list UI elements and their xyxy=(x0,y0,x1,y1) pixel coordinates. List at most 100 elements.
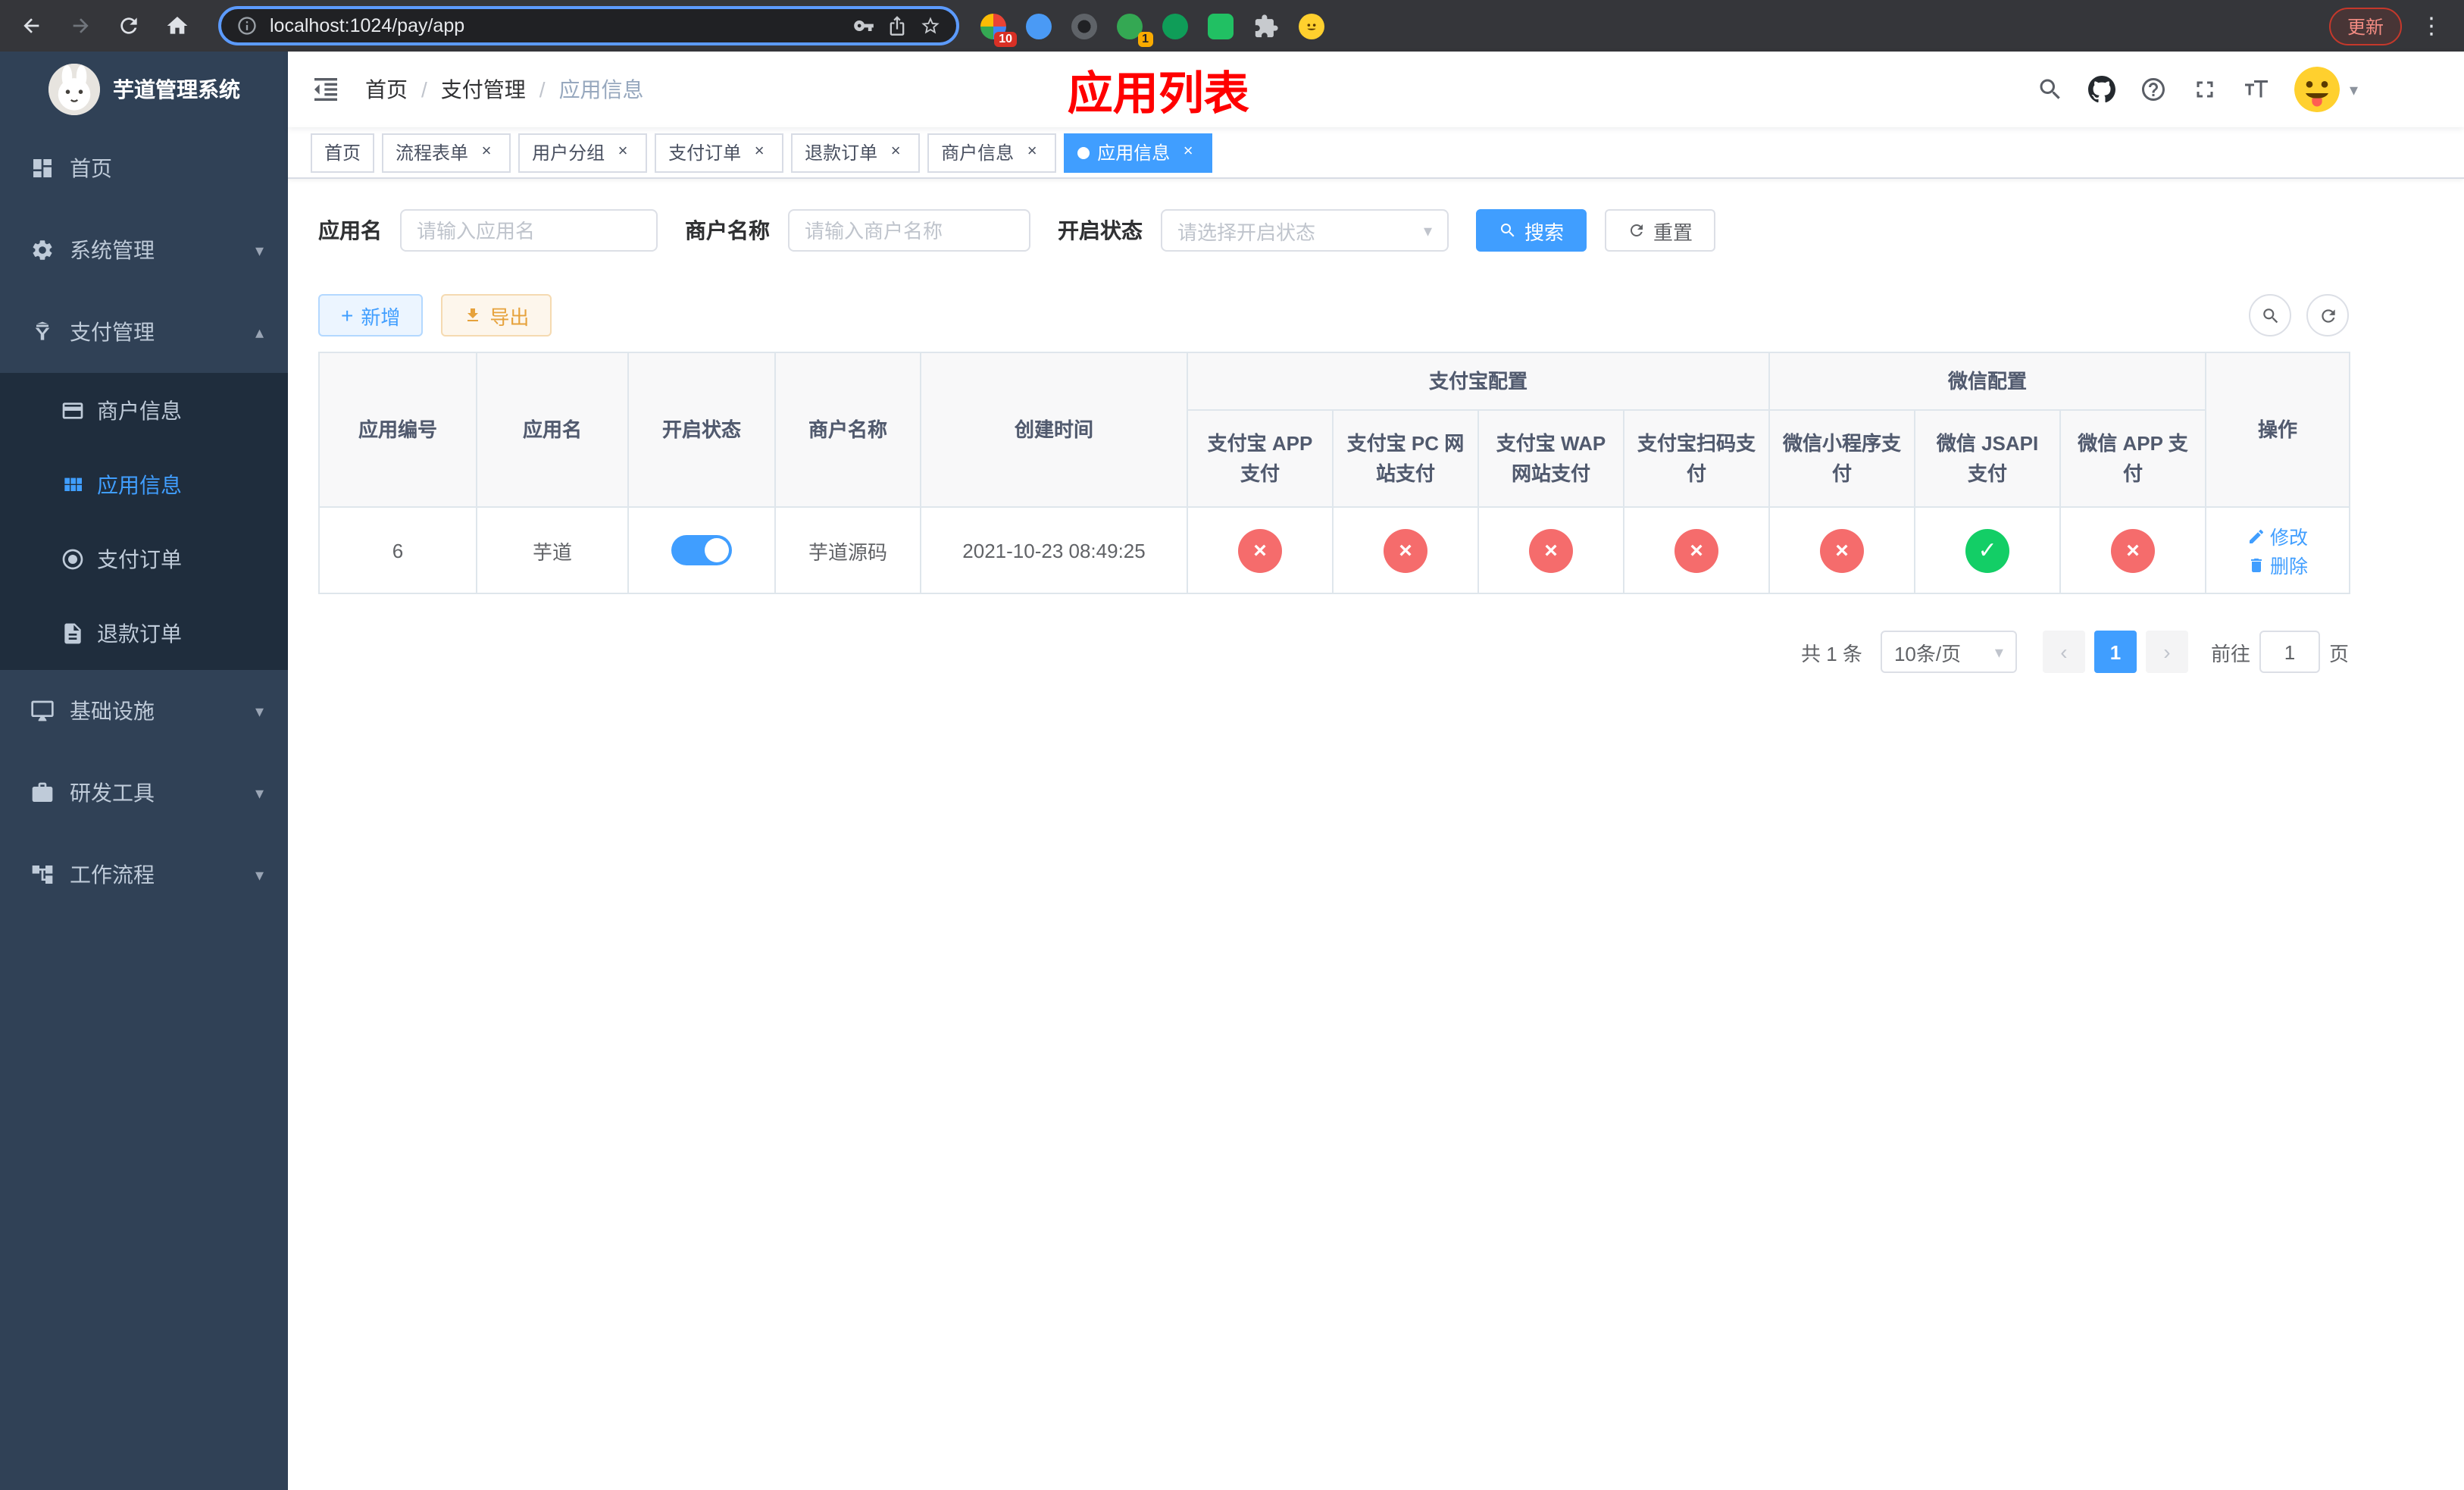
page-unit-label: 页 xyxy=(2328,642,2349,665)
prev-page-button[interactable]: ‹ xyxy=(2042,631,2085,673)
forward-button[interactable] xyxy=(61,6,100,45)
breadcrumb: 首页 / 支付管理 / 应用信息 xyxy=(365,74,644,105)
extension-icon[interactable] xyxy=(1162,13,1188,39)
extension-icon[interactable] xyxy=(1026,13,1052,39)
sidebar-item-merchant-info[interactable]: 商户信息 xyxy=(0,373,288,447)
tab-merchant-info[interactable]: 商户信息 × xyxy=(927,133,1057,172)
next-page-button[interactable]: › xyxy=(2145,631,2188,673)
tab-home[interactable]: 首页 xyxy=(311,133,375,172)
apps-table: 应用编号 应用名 开启状态 商户名称 创建时间 支付宝配置 微信配置 操作 支付… xyxy=(318,352,2351,594)
share-icon[interactable] xyxy=(886,15,908,36)
bookmark-star-icon[interactable] xyxy=(920,15,941,36)
user-avatar-menu[interactable]: ▾ xyxy=(2294,67,2358,112)
close-icon[interactable]: × xyxy=(1021,142,1043,163)
github-icon[interactable] xyxy=(2088,76,2116,103)
close-icon[interactable]: × xyxy=(476,142,497,163)
extension-icon[interactable]: 10 xyxy=(980,13,1017,46)
breadcrumb-section[interactable]: 支付管理 xyxy=(441,74,526,105)
tab-label: 商户信息 xyxy=(941,142,1015,164)
sidebar-item-label: 支付订单 xyxy=(97,546,182,571)
page-number-button[interactable]: 1 xyxy=(2093,631,2137,673)
pagination: 共 1 条 10条/页 ▾ ‹ 1 › 前往 页 xyxy=(318,631,2349,673)
sidebar-item-label: 基础设施 xyxy=(70,699,155,723)
sidebar-item-system[interactable]: 系统管理 ▾ xyxy=(0,209,288,291)
sidebar-item-home[interactable]: 首页 xyxy=(0,127,288,209)
yen-icon xyxy=(35,321,50,340)
browser-menu-icon[interactable]: ⋮ xyxy=(2411,12,2452,39)
group-header-alipay: 支付宝配置 xyxy=(1186,352,1771,411)
address-bar[interactable]: localhost:1024/pay/app xyxy=(218,6,959,45)
help-icon[interactable] xyxy=(2140,76,2168,103)
font-size-icon[interactable] xyxy=(2244,76,2271,103)
profile-avatar-icon[interactable] xyxy=(1299,13,1324,39)
col-header-create-time: 创建时间 xyxy=(920,352,1188,508)
status-toggle[interactable] xyxy=(671,535,732,565)
breadcrumb-separator: / xyxy=(539,77,546,102)
edit-pencil-icon xyxy=(2250,528,2264,543)
tab-user-group[interactable]: 用户分组 × xyxy=(518,133,648,172)
extension-icon[interactable] xyxy=(1071,13,1097,39)
col-header-status: 开启状态 xyxy=(627,352,776,508)
sidebar-item-payment[interactable]: 支付管理 ▴ xyxy=(0,291,288,373)
monitor-icon xyxy=(31,700,54,722)
goto-page-input[interactable] xyxy=(2259,631,2320,673)
close-icon[interactable]: × xyxy=(1177,142,1199,163)
home-button[interactable] xyxy=(158,6,197,45)
add-button[interactable]: + 新增 xyxy=(318,294,424,337)
sidebar-item-infrastructure[interactable]: 基础设施 ▾ xyxy=(0,670,288,752)
app-name-input[interactable] xyxy=(400,209,658,252)
password-key-icon[interactable] xyxy=(853,15,874,36)
chevron-down-icon: ▾ xyxy=(255,866,264,884)
sidebar-item-dev-tools[interactable]: 研发工具 ▾ xyxy=(0,752,288,834)
close-icon[interactable]: × xyxy=(612,142,633,163)
edit-button[interactable]: 修改 xyxy=(2247,521,2308,550)
sidebar-item-refund-order[interactable]: 退款订单 xyxy=(0,596,288,670)
sidebar-item-label: 退款订单 xyxy=(97,621,182,645)
browser-window: localhost:1024/pay/app 10 1 更新 ⋮ 芋道管理系统 … xyxy=(0,0,2464,1490)
url-text[interactable]: localhost:1024/pay/app xyxy=(270,15,464,36)
breadcrumb-home[interactable]: 首页 xyxy=(365,74,408,105)
status-select[interactable]: 请选择开启状态 ▾ xyxy=(1161,209,1449,252)
site-info-icon[interactable] xyxy=(236,15,258,36)
extension-icon[interactable] xyxy=(1208,13,1234,39)
group-header-wechat: 微信配置 xyxy=(1768,352,2207,411)
browser-toolbar: localhost:1024/pay/app 10 1 更新 ⋮ xyxy=(0,0,2464,52)
close-icon[interactable]: × xyxy=(885,142,906,163)
reload-button[interactable] xyxy=(109,6,149,45)
alipay-wap-status-icon: × xyxy=(1529,528,1573,572)
col-header-app-no: 应用编号 xyxy=(318,352,477,508)
address-bar-actions xyxy=(853,15,941,36)
close-icon[interactable]: × xyxy=(749,142,770,163)
merchant-name-label: 商户名称 xyxy=(685,218,770,243)
back-button[interactable] xyxy=(12,6,52,45)
fullscreen-icon[interactable] xyxy=(2192,76,2219,103)
gear-icon xyxy=(33,240,52,260)
sidebar-logo[interactable]: 芋道管理系统 xyxy=(0,52,288,127)
export-button[interactable]: 导出 xyxy=(441,294,552,337)
sidebar-item-workflow[interactable]: 工作流程 ▾ xyxy=(0,834,288,916)
sidebar-item-app-info[interactable]: 应用信息 xyxy=(0,447,288,521)
merchant-name-input[interactable] xyxy=(788,209,1030,252)
cell-merchant: 芋道源码 xyxy=(774,506,921,594)
sidebar-item-pay-order[interactable]: 支付订单 xyxy=(0,521,288,596)
show-search-button[interactable] xyxy=(2249,294,2291,337)
search-button[interactable]: 搜索 xyxy=(1476,209,1587,252)
extension-icon[interactable]: 1 xyxy=(1117,13,1153,46)
cell-actions: 修改 删除 xyxy=(2205,506,2351,594)
tab-app-info[interactable]: 应用信息 × xyxy=(1064,133,1213,172)
hamburger-icon[interactable] xyxy=(311,74,341,105)
tab-refund-order[interactable]: 退款订单 × xyxy=(791,133,921,172)
navbar-actions: ▾ xyxy=(2037,67,2358,112)
refresh-table-button[interactable] xyxy=(2306,294,2349,337)
back-arrow-icon xyxy=(23,18,39,33)
trash-icon xyxy=(2251,558,2262,571)
extensions-puzzle-icon[interactable] xyxy=(1253,13,1279,39)
reset-button[interactable]: 重置 xyxy=(1605,209,1716,252)
tab-process-form[interactable]: 流程表单 × xyxy=(382,133,511,172)
page-size-select[interactable]: 10条/页 ▾ xyxy=(1880,631,2017,673)
search-icon[interactable] xyxy=(2037,76,2065,103)
browser-update-button[interactable]: 更新 xyxy=(2328,7,2402,45)
delete-button[interactable]: 删除 xyxy=(2247,550,2308,579)
tab-pay-order[interactable]: 支付订单 × xyxy=(655,133,784,172)
col-header-alipay-app: 支付宝 APP 支付 xyxy=(1187,409,1334,508)
